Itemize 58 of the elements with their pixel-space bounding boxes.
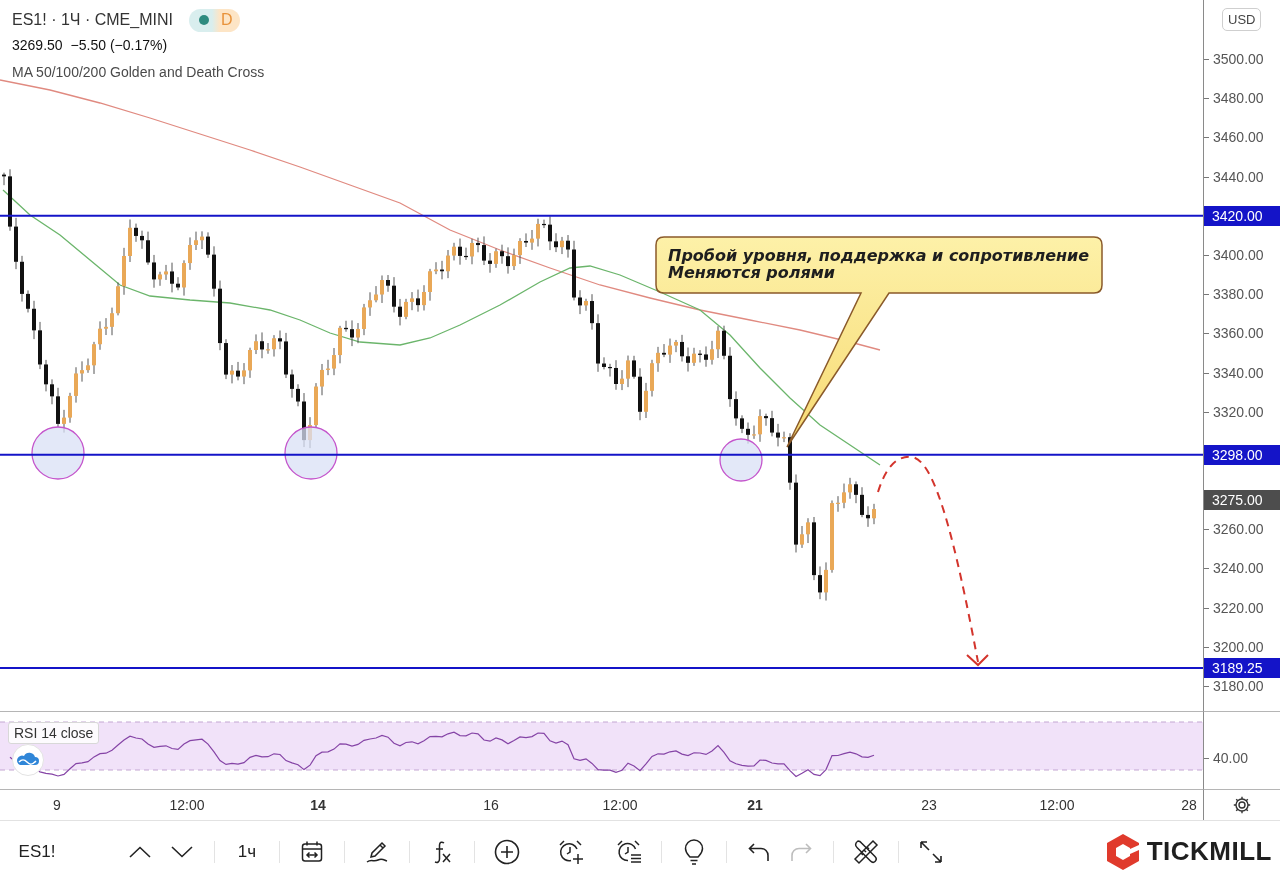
settings-icon bbox=[1233, 796, 1251, 814]
time-label: 23 bbox=[921, 796, 937, 814]
badge-letter: D bbox=[220, 11, 233, 29]
interval-button[interactable]: 1ч bbox=[226, 833, 268, 870]
price-change: −5.50 (−0.17%) bbox=[70, 36, 168, 55]
price-tick-label: 3260.00 bbox=[1204, 520, 1264, 539]
price-tick-label: 3240.00 bbox=[1204, 559, 1264, 578]
alarm-clock-list-icon bbox=[616, 838, 642, 865]
time-label: 14 bbox=[310, 796, 326, 814]
indicator-label: RSI 14 close bbox=[8, 722, 100, 744]
hexagon-logo-icon bbox=[1105, 832, 1140, 871]
time-label: 12:00 bbox=[169, 796, 205, 814]
pen-icon bbox=[365, 839, 389, 864]
rsi-tick-label: 40.00 bbox=[1204, 749, 1249, 767]
indicator-name: MA 50/100/200 Golden and Death Cross bbox=[12, 63, 265, 81]
time-label: 21 bbox=[747, 796, 763, 814]
time-label: 9 bbox=[53, 796, 61, 814]
highlight-circle bbox=[284, 426, 338, 480]
symbol-title: ES1! · 1Ч · CME_MINI bbox=[12, 11, 173, 29]
time-label: 16 bbox=[483, 796, 499, 814]
time-label: 12:00 bbox=[1039, 796, 1075, 814]
highlight-circle bbox=[31, 426, 85, 480]
price-tick-label: 3220.00 bbox=[1204, 598, 1264, 617]
caret-down-icon bbox=[171, 845, 193, 858]
alarm-clock-plus-icon bbox=[558, 838, 584, 865]
lightbulb-icon bbox=[683, 838, 705, 865]
time-label: 28 bbox=[1181, 796, 1197, 814]
cloud-logo-icon[interactable] bbox=[12, 744, 44, 776]
expand-icon bbox=[919, 839, 943, 864]
calendar-icon bbox=[300, 839, 324, 864]
status-dot-icon bbox=[198, 15, 209, 25]
caret-up-icon bbox=[129, 845, 151, 858]
currency-button[interactable]: USD bbox=[1222, 8, 1262, 31]
price-tick-label: 3340.00 bbox=[1204, 363, 1264, 382]
price-tick-label: 3360.00 bbox=[1204, 324, 1264, 343]
brand-name: TICKMILL bbox=[1146, 836, 1272, 867]
callout-text: Пробой уровня, поддержка и сопротивление Меняются ролями bbox=[668, 247, 1090, 281]
plus-circle-icon bbox=[494, 838, 520, 865]
price-tick-label: 3500.00 bbox=[1204, 50, 1264, 68]
highlight-circle bbox=[719, 438, 763, 482]
undo-icon bbox=[748, 841, 770, 862]
price-label: 3275.00 bbox=[1204, 489, 1280, 510]
price-tick-label: 3320.00 bbox=[1204, 402, 1264, 421]
symbol-button[interactable]: ES1! bbox=[14, 834, 60, 869]
price-label: 3420.00 bbox=[1204, 205, 1280, 226]
price-tick-label: 3440.00 bbox=[1204, 167, 1264, 186]
price-tick-label: 3180.00 bbox=[1204, 677, 1264, 695]
price-tick-label: 3460.00 bbox=[1204, 128, 1264, 147]
price-tick-label: 3480.00 bbox=[1204, 89, 1264, 108]
wrench-ruler-icon bbox=[853, 838, 879, 865]
price-tick-label: 3400.00 bbox=[1204, 245, 1264, 264]
redo-icon bbox=[790, 841, 812, 862]
time-label: 12:00 bbox=[602, 796, 638, 814]
price-label: 3189.25 bbox=[1204, 657, 1280, 678]
last-price: 3269.50 bbox=[12, 36, 63, 55]
price-label: 3298.00 bbox=[1204, 444, 1280, 465]
price-tick-label: 3380.00 bbox=[1204, 285, 1264, 304]
price-tick-label: 3200.00 bbox=[1204, 637, 1264, 656]
